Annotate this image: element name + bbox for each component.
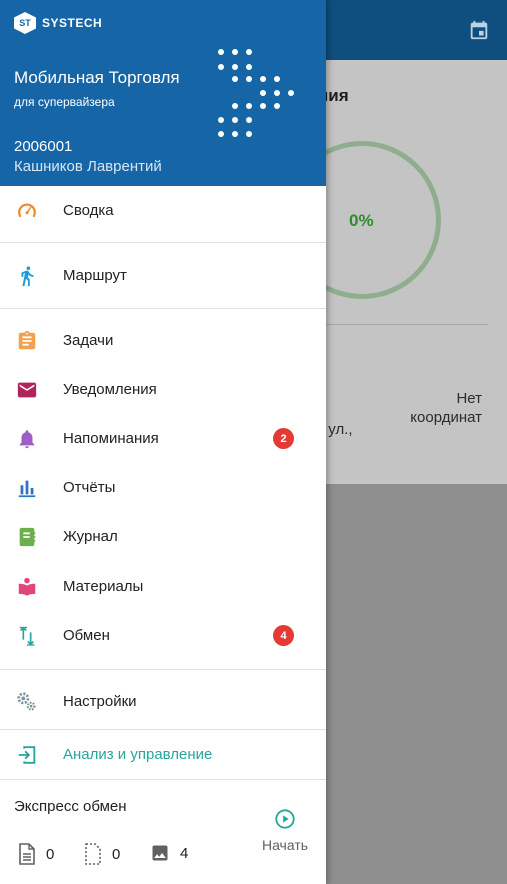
menu-item-tasks[interactable]: Задачи [0,316,326,365]
start-exchange-button[interactable]: Начать [255,808,315,858]
reminders-badge: 2 [273,428,294,449]
document-icon [19,843,35,865]
menu-item-materials[interactable]: Материалы [0,562,326,611]
menu-label-exchange: Обмен [63,627,110,644]
gears-icon [16,691,38,713]
menu-label-tasks: Задачи [63,332,114,349]
navigation-drawer: ST SYSTECH Мобильная Торговля для суперв… [0,0,326,884]
menu-label-journal: Журнал [63,528,118,545]
documents-count: 0 [46,845,55,863]
user-id: 2006001 [14,138,73,155]
divider [0,308,326,309]
menu-label-settings: Настройки [63,693,137,710]
image-icon [152,845,168,861]
bar-chart-icon [16,477,38,499]
divider [0,669,326,670]
drawer-header: ST SYSTECH Мобильная Торговля для суперв… [0,0,326,186]
express-exchange-panel: Экспресс обмен 0 0 4 Начать [0,780,326,884]
calendar-icon[interactable] [468,19,490,41]
menu-item-exchange[interactable]: Обмен 4 [0,611,326,660]
app-subtitle: для супервайзера [14,95,115,109]
exchange-badge: 4 [273,625,294,646]
menu-label-summary: Сводка [63,202,114,219]
systech-logo: ST [14,12,36,34]
menu-label-reports: Отчёты [63,479,116,496]
book-reader-icon [16,576,38,598]
card-divider [318,324,488,325]
login-arrow-icon [16,744,38,766]
menu-item-summary[interactable]: Сводка [0,186,326,235]
menu-label-reminders: Напоминания [63,430,159,447]
envelope-icon [16,379,38,401]
brand: ST SYSTECH [14,12,102,34]
menu-item-journal[interactable]: Журнал [0,512,326,561]
clipboard-icon [16,330,38,352]
drafts-count: 0 [112,845,121,863]
menu-item-reports[interactable]: Отчёты [0,463,326,512]
app-title: Мобильная Торговля [14,68,180,87]
walking-person-icon [16,265,38,287]
menu-item-notifications[interactable]: Уведомления [0,365,326,414]
play-circle-icon [275,809,295,829]
menu-item-settings[interactable]: Настройки [0,677,326,726]
menu-label-analysis: Анализ и управление [63,746,213,763]
images-count: 4 [180,844,189,862]
menu-label-route: Маршрут [63,267,127,284]
progress-percent: 0% [349,211,374,230]
menu-label-notifications: Уведомления [63,381,157,398]
no-coordinates-label: Нет координат [410,390,482,426]
start-exchange-label: Начать [261,837,309,853]
brand-name: SYSTECH [42,16,103,30]
user-name: Кашников Лаврентий [14,158,162,175]
speedometer-icon [16,200,38,222]
menu-item-reminders[interactable]: Напоминания 2 [0,414,326,463]
bell-icon [16,428,38,450]
menu-item-route[interactable]: Маршрут [0,251,326,300]
notebook-icon [16,526,38,548]
draft-document-icon [85,843,101,865]
express-exchange-title: Экспресс обмен [14,798,127,815]
images-counter: 4 [150,843,188,863]
exchange-arrows-icon [16,625,38,647]
divider [0,242,326,243]
menu-label-materials: Материалы [63,578,144,595]
documents-counter: 0 [18,843,54,865]
drafts-counter: 0 [84,843,120,865]
menu-item-analysis[interactable]: Анализ и управление [0,730,326,779]
dots-arrow-decoration [218,49,294,137]
